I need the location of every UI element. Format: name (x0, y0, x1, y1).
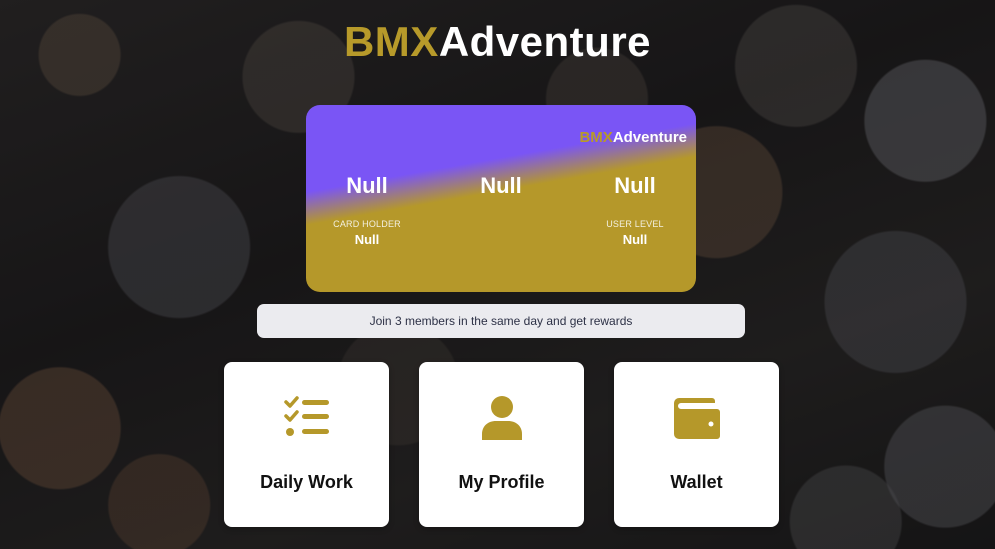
logo-part-bmx: BMX (343, 18, 439, 65)
user-level-label: USER LEVEL (606, 219, 664, 229)
card-brand-bmx: BMX (579, 129, 613, 146)
my-profile-label: My Profile (458, 472, 545, 492)
rewards-banner: Join 3 members in the same day and get r… (257, 304, 745, 338)
member-card: BMXAdventure Null Null Null CARD HOLDER … (306, 105, 696, 292)
card-value-2: Null (480, 173, 522, 198)
app-logo: BMXAdventure (0, 18, 995, 66)
wallet-icon (673, 398, 720, 439)
card-brand: BMXAdventure (579, 129, 687, 146)
card-holder-label: CARD HOLDER (333, 219, 401, 229)
user-icon (481, 396, 522, 440)
card-holder: CARD HOLDER Null (333, 219, 401, 247)
my-profile-button[interactable]: My Profile (419, 362, 584, 527)
daily-work-button[interactable]: Daily Work (224, 362, 389, 527)
card-brand-adventure: Adventure (612, 129, 687, 146)
rewards-banner-text: Join 3 members in the same day and get r… (369, 314, 633, 328)
card-value-3: Null (614, 173, 656, 198)
card-value-1: Null (346, 173, 388, 198)
daily-work-label: Daily Work (260, 472, 353, 492)
checklist-icon (283, 396, 329, 436)
logo-part-adventure: Adventure (438, 18, 652, 65)
card-holder-value: Null (354, 232, 380, 247)
user-level: USER LEVEL Null (606, 219, 664, 247)
wallet-button[interactable]: Wallet (614, 362, 779, 527)
wallet-label: Wallet (670, 472, 723, 492)
user-level-value: Null (622, 232, 648, 247)
